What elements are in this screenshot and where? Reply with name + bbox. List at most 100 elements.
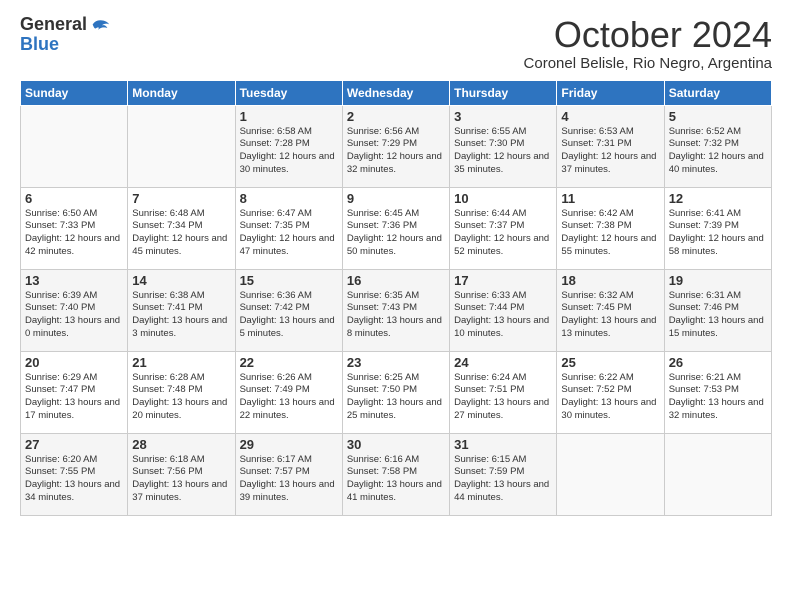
day-info: Sunrise: 6:56 AM Sunset: 7:29 PM Dayligh…: [347, 126, 445, 177]
day-info: Sunrise: 6:45 AM Sunset: 7:36 PM Dayligh…: [347, 208, 445, 259]
calendar-week-3: 13 Sunrise: 6:39 AM Sunset: 7:40 PM Dayli…: [21, 269, 772, 351]
day-number: 14: [132, 273, 230, 288]
day-info: Sunrise: 6:16 AM Sunset: 7:58 PM Dayligh…: [347, 454, 445, 505]
subtitle: Coronel Belisle, Rio Negro, Argentina: [524, 55, 772, 72]
calendar-header-monday: Monday: [128, 80, 235, 105]
day-info: Sunrise: 6:52 AM Sunset: 7:32 PM Dayligh…: [669, 126, 767, 177]
logo-bird-icon: [89, 17, 111, 39]
day-number: 27: [25, 437, 123, 452]
day-info: Sunrise: 6:22 AM Sunset: 7:52 PM Dayligh…: [561, 372, 659, 423]
calendar-cell: 30 Sunrise: 6:16 AM Sunset: 7:58 PM Dayli…: [342, 433, 449, 515]
day-info: Sunrise: 6:58 AM Sunset: 7:28 PM Dayligh…: [240, 126, 338, 177]
day-info: Sunrise: 6:32 AM Sunset: 7:45 PM Dayligh…: [561, 290, 659, 341]
calendar-cell: 11Sunrise: 6:42 AM Sunset: 7:38 PM Dayli…: [557, 187, 664, 269]
day-number: 1: [240, 109, 338, 124]
day-number: 25: [561, 355, 659, 370]
calendar-cell: 12 Sunrise: 6:41 AM Sunset: 7:39 PM Dayli…: [664, 187, 771, 269]
day-info: Sunrise: 6:38 AM Sunset: 7:41 PM Dayligh…: [132, 290, 230, 341]
day-info: Sunrise: 6:35 AM Sunset: 7:43 PM Dayligh…: [347, 290, 445, 341]
calendar-header-wednesday: Wednesday: [342, 80, 449, 105]
calendar-header-sunday: Sunday: [21, 80, 128, 105]
logo-blue: Blue: [20, 35, 87, 55]
day-info: Sunrise: 6:29 AM Sunset: 7:47 PM Dayligh…: [25, 372, 123, 423]
day-number: 23: [347, 355, 445, 370]
day-number: 30: [347, 437, 445, 452]
calendar-cell: 2Sunrise: 6:56 AM Sunset: 7:29 PM Daylig…: [342, 105, 449, 187]
day-number: 24: [454, 355, 552, 370]
day-number: 22: [240, 355, 338, 370]
calendar-header-row: SundayMondayTuesdayWednesdayThursdayFrid…: [21, 80, 772, 105]
day-number: 21: [132, 355, 230, 370]
calendar-cell: [557, 433, 664, 515]
day-info: Sunrise: 6:48 AM Sunset: 7:34 PM Dayligh…: [132, 208, 230, 259]
day-info: Sunrise: 6:55 AM Sunset: 7:30 PM Dayligh…: [454, 126, 552, 177]
calendar-cell: 7 Sunrise: 6:48 AM Sunset: 7:34 PM Daylig…: [128, 187, 235, 269]
day-info: Sunrise: 6:41 AM Sunset: 7:39 PM Dayligh…: [669, 208, 767, 259]
calendar-cell: [128, 105, 235, 187]
calendar-header-friday: Friday: [557, 80, 664, 105]
calendar-cell: 17 Sunrise: 6:33 AM Sunset: 7:44 PM Dayli…: [450, 269, 557, 351]
calendar-cell: 22Sunrise: 6:26 AM Sunset: 7:49 PM Dayli…: [235, 351, 342, 433]
day-number: 19: [669, 273, 767, 288]
day-number: 7: [132, 191, 230, 206]
day-number: 10: [454, 191, 552, 206]
calendar-cell: 16 Sunrise: 6:35 AM Sunset: 7:43 PM Dayli…: [342, 269, 449, 351]
day-number: 28: [132, 437, 230, 452]
day-info: Sunrise: 6:33 AM Sunset: 7:44 PM Dayligh…: [454, 290, 552, 341]
calendar-week-2: 6Sunrise: 6:50 AM Sunset: 7:33 PM Daylig…: [21, 187, 772, 269]
logo: General Blue: [20, 15, 111, 55]
page: General Blue October 2024 Coronel Belisl…: [0, 0, 792, 612]
calendar-week-4: 20 Sunrise: 6:29 AM Sunset: 7:47 PM Dayli…: [21, 351, 772, 433]
calendar-cell: 3Sunrise: 6:55 AM Sunset: 7:30 PM Daylig…: [450, 105, 557, 187]
day-info: Sunrise: 6:53 AM Sunset: 7:31 PM Dayligh…: [561, 126, 659, 177]
day-info: Sunrise: 6:28 AM Sunset: 7:48 PM Dayligh…: [132, 372, 230, 423]
day-info: Sunrise: 6:21 AM Sunset: 7:53 PM Dayligh…: [669, 372, 767, 423]
day-info: Sunrise: 6:24 AM Sunset: 7:51 PM Dayligh…: [454, 372, 552, 423]
main-title: October 2024: [524, 15, 772, 55]
calendar-cell: 9 Sunrise: 6:45 AM Sunset: 7:36 PM Daylig…: [342, 187, 449, 269]
logo-text: General Blue: [20, 15, 87, 55]
day-info: Sunrise: 6:44 AM Sunset: 7:37 PM Dayligh…: [454, 208, 552, 259]
day-number: 15: [240, 273, 338, 288]
calendar-cell: 24 Sunrise: 6:24 AM Sunset: 7:51 PM Dayli…: [450, 351, 557, 433]
calendar-cell: 27Sunrise: 6:20 AM Sunset: 7:55 PM Dayli…: [21, 433, 128, 515]
day-number: 5: [669, 109, 767, 124]
calendar-cell: 4Sunrise: 6:53 AM Sunset: 7:31 PM Daylig…: [557, 105, 664, 187]
day-info: Sunrise: 6:31 AM Sunset: 7:46 PM Dayligh…: [669, 290, 767, 341]
day-number: 6: [25, 191, 123, 206]
day-number: 18: [561, 273, 659, 288]
calendar-cell: 23Sunrise: 6:25 AM Sunset: 7:50 PM Dayli…: [342, 351, 449, 433]
calendar-cell: 20 Sunrise: 6:29 AM Sunset: 7:47 PM Dayli…: [21, 351, 128, 433]
calendar-cell: 26 Sunrise: 6:21 AM Sunset: 7:53 PM Dayli…: [664, 351, 771, 433]
calendar-cell: 31Sunrise: 6:15 AM Sunset: 7:59 PM Dayli…: [450, 433, 557, 515]
day-number: 17: [454, 273, 552, 288]
day-info: Sunrise: 6:15 AM Sunset: 7:59 PM Dayligh…: [454, 454, 552, 505]
logo-general: General: [20, 15, 87, 35]
day-number: 29: [240, 437, 338, 452]
calendar-cell: 25 Sunrise: 6:22 AM Sunset: 7:52 PM Dayli…: [557, 351, 664, 433]
day-number: 13: [25, 273, 123, 288]
day-number: 12: [669, 191, 767, 206]
day-number: 8: [240, 191, 338, 206]
day-info: Sunrise: 6:39 AM Sunset: 7:40 PM Dayligh…: [25, 290, 123, 341]
calendar-cell: 19 Sunrise: 6:31 AM Sunset: 7:46 PM Dayli…: [664, 269, 771, 351]
calendar-week-5: 27Sunrise: 6:20 AM Sunset: 7:55 PM Dayli…: [21, 433, 772, 515]
calendar-cell: 21 Sunrise: 6:28 AM Sunset: 7:48 PM Dayli…: [128, 351, 235, 433]
day-number: 16: [347, 273, 445, 288]
calendar-cell: [21, 105, 128, 187]
calendar: SundayMondayTuesdayWednesdayThursdayFrid…: [20, 80, 772, 516]
day-info: Sunrise: 6:36 AM Sunset: 7:42 PM Dayligh…: [240, 290, 338, 341]
day-number: 20: [25, 355, 123, 370]
calendar-cell: [664, 433, 771, 515]
day-number: 26: [669, 355, 767, 370]
day-number: 9: [347, 191, 445, 206]
calendar-cell: 8Sunrise: 6:47 AM Sunset: 7:35 PM Daylig…: [235, 187, 342, 269]
calendar-cell: 18 Sunrise: 6:32 AM Sunset: 7:45 PM Dayli…: [557, 269, 664, 351]
title-block: October 2024 Coronel Belisle, Rio Negro,…: [524, 15, 772, 72]
calendar-header-thursday: Thursday: [450, 80, 557, 105]
header: General Blue October 2024 Coronel Belisl…: [20, 15, 772, 72]
calendar-header-tuesday: Tuesday: [235, 80, 342, 105]
calendar-cell: 29 Sunrise: 6:17 AM Sunset: 7:57 PM Dayli…: [235, 433, 342, 515]
day-info: Sunrise: 6:17 AM Sunset: 7:57 PM Dayligh…: [240, 454, 338, 505]
calendar-cell: 15 Sunrise: 6:36 AM Sunset: 7:42 PM Dayli…: [235, 269, 342, 351]
